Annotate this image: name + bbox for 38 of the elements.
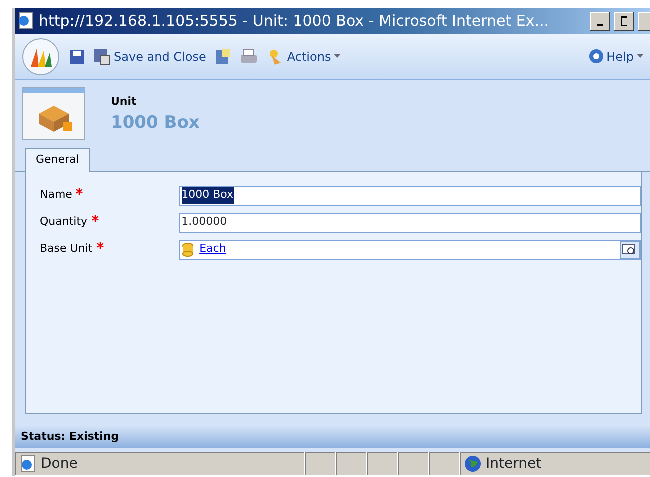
logo-icon[interactable]: [21, 36, 61, 76]
status-text: Done: [41, 454, 78, 474]
window-title: http://192.168.1.105:5555 - Unit: 1000 Box - Microsoft Internet Ex...: [39, 10, 550, 32]
page-icon: [19, 455, 37, 473]
status-panel: [336, 452, 367, 476]
record-name: 1000 Box: [111, 112, 200, 134]
minimize-button[interactable]: [590, 12, 610, 30]
save-close-icon: [93, 48, 111, 66]
actions-menu[interactable]: Actions: [266, 48, 342, 66]
entity-label: Unit: [111, 94, 138, 110]
lookup-field[interactable]: Each: [178, 240, 641, 260]
maximize-icon: [621, 16, 627, 26]
save-and-close-button[interactable]: Save and Close: [93, 48, 206, 66]
help-menu[interactable]: Help: [588, 48, 644, 66]
maximize-button[interactable]: [614, 12, 634, 30]
field-label: Name: [40, 188, 72, 202]
database-icon: [182, 242, 194, 256]
text-field[interactable]: 1000 Box: [178, 186, 641, 206]
save-icon[interactable]: [69, 48, 85, 64]
close-button[interactable]: [638, 12, 650, 30]
minimize-icon: [597, 24, 603, 26]
help-icon: [588, 49, 604, 64]
tab[interactable]: General: [25, 148, 90, 172]
zone-text: Internet: [486, 454, 542, 474]
status-panel: [398, 452, 429, 476]
status-panel: [367, 452, 398, 476]
caret-icon: [637, 54, 644, 59]
document-icon[interactable]: [214, 48, 232, 66]
field-label: Base Unit: [40, 242, 93, 256]
field-label: Quantity: [40, 215, 88, 228]
browser-icon: [17, 12, 35, 30]
print-icon[interactable]: [240, 48, 258, 64]
globe-icon: [464, 455, 482, 473]
lookup-icon[interactable]: [620, 240, 640, 258]
lookup-link[interactable]: Each: [200, 241, 226, 258]
text-field[interactable]: 1.00000: [178, 212, 641, 232]
form-status: Status: Existing: [15, 426, 650, 448]
caret-icon: [334, 54, 342, 59]
